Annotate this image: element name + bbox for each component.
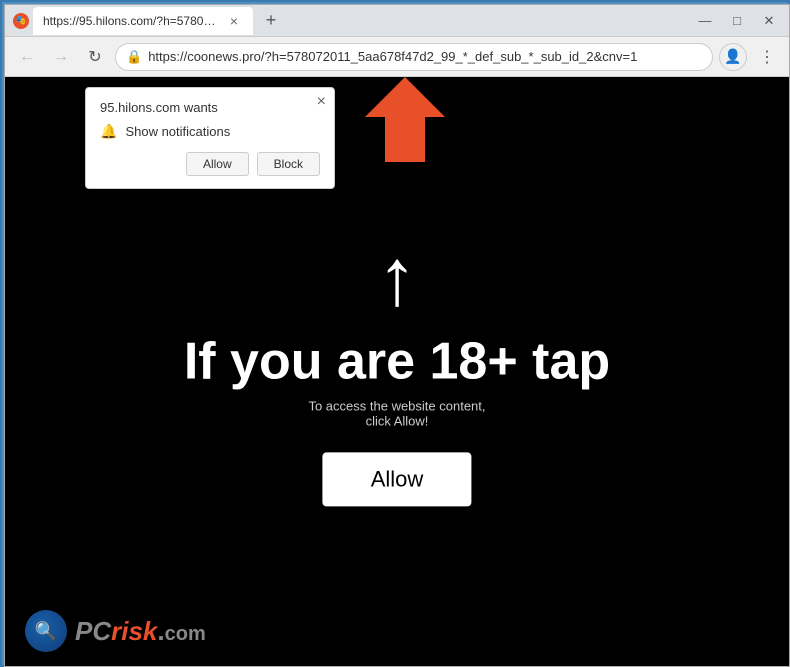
- account-button[interactable]: 👤: [719, 43, 747, 71]
- popup-notification-text: Show notifications: [125, 124, 230, 139]
- popup-block-button[interactable]: Block: [257, 152, 320, 176]
- pcrisk-dot: .: [157, 616, 164, 646]
- notification-popup: × 95.hilons.com wants 🔔 Show notificatio…: [85, 87, 335, 189]
- menu-button[interactable]: ⋮: [753, 43, 781, 71]
- popup-title: 95.hilons.com wants: [100, 100, 320, 115]
- pcrisk-logo: PCrisk.com: [25, 610, 206, 652]
- tab-title: https://95.hilons.com/?h=57807...: [43, 14, 219, 28]
- instruction-line1: To access the website content,: [308, 398, 485, 413]
- arrow-svg: [355, 77, 455, 172]
- close-button[interactable]: ✕: [757, 9, 781, 33]
- back-button[interactable]: ←: [13, 43, 41, 71]
- popup-allow-button[interactable]: Allow: [186, 152, 249, 176]
- age-text: If you are 18+ tap: [83, 333, 710, 390]
- instruction-text: To access the website content, click All…: [83, 398, 710, 428]
- new-tab-button[interactable]: +: [257, 7, 285, 35]
- pcrisk-icon: [25, 610, 67, 652]
- popup-close-button[interactable]: ×: [317, 94, 326, 110]
- page-content: × 95.hilons.com wants 🔔 Show notificatio…: [5, 77, 789, 666]
- page-text-area: ↑ If you are 18+ tap To access the websi…: [83, 237, 710, 506]
- address-bar: ← → ↻ 🔒 https://coonews.pro/?h=578072011…: [5, 37, 789, 77]
- title-bar: 🎭 https://95.hilons.com/?h=57807... × + …: [5, 5, 789, 37]
- url-bar[interactable]: 🔒 https://coonews.pro/?h=578072011_5aa67…: [115, 43, 713, 71]
- url-text: https://coonews.pro/?h=578072011_5aa678f…: [148, 49, 702, 64]
- tab-close-button[interactable]: ×: [225, 12, 243, 30]
- popup-buttons: Allow Block: [100, 152, 320, 176]
- minimize-button[interactable]: —: [693, 9, 717, 33]
- maximize-button[interactable]: □: [725, 9, 749, 33]
- instruction-line2: click Allow!: [366, 413, 429, 428]
- pcrisk-com: com: [165, 623, 206, 645]
- refresh-button[interactable]: ↻: [81, 43, 109, 71]
- pcrisk-risk: risk: [111, 616, 157, 646]
- url-lock-icon: 🔒: [126, 49, 142, 65]
- favicon: 🎭: [13, 13, 29, 29]
- title-bar-controls: — □ ✕: [693, 9, 781, 33]
- bell-icon: 🔔: [100, 123, 117, 140]
- pcrisk-pc: PC: [75, 616, 111, 646]
- browser-tab[interactable]: https://95.hilons.com/?h=57807... ×: [33, 7, 253, 35]
- popup-notification-row: 🔔 Show notifications: [100, 123, 320, 140]
- browser-window: 🎭 https://95.hilons.com/?h=57807... × + …: [4, 4, 790, 667]
- forward-button[interactable]: →: [47, 43, 75, 71]
- pcrisk-text: PCrisk.com: [75, 616, 206, 647]
- page-allow-button[interactable]: Allow: [323, 452, 472, 506]
- up-arrow-icon: ↑: [83, 237, 710, 317]
